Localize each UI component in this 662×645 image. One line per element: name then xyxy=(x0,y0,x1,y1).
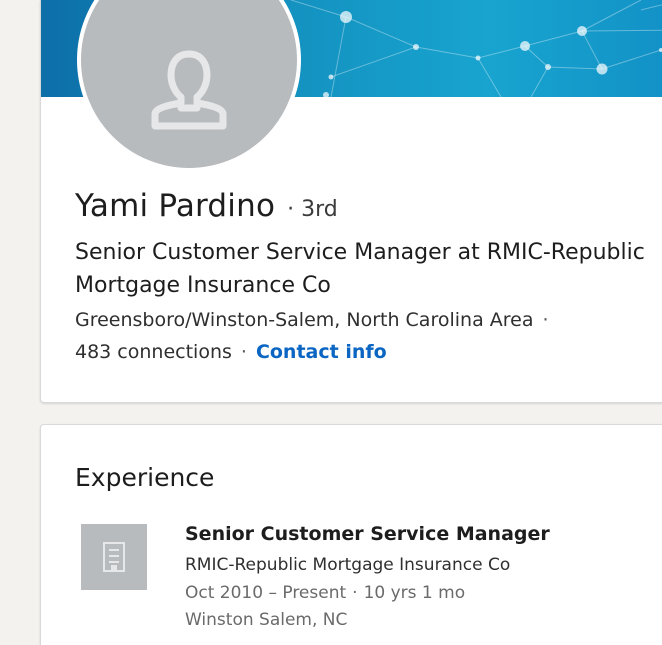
profile-headline: Senior Customer Service Manager at RMIC-… xyxy=(75,240,645,298)
building-icon xyxy=(103,542,125,572)
experience-duration: 10 yrs 1 mo xyxy=(363,583,466,603)
experience-dot: · xyxy=(352,583,358,603)
connection-degree: · 3rd xyxy=(287,197,338,222)
location-separator: · xyxy=(542,309,549,331)
contact-info-link[interactable]: Contact info xyxy=(256,341,387,363)
degree-label: 3rd xyxy=(301,197,338,222)
person-silhouette-icon xyxy=(151,50,227,130)
experience-section-title: Experience xyxy=(75,463,215,492)
profile-page: Yami Pardino · 3rd Senior Customer Servi… xyxy=(0,0,662,645)
profile-location: Greensboro/Winston-Salem, North Carolina… xyxy=(75,309,534,331)
connections-count: 483 connections xyxy=(75,341,232,363)
experience-location: Winston Salem, NC xyxy=(185,610,348,630)
name-row: Yami Pardino · 3rd xyxy=(75,188,338,224)
profile-name: Yami Pardino xyxy=(75,188,276,224)
experience-role-title[interactable]: Senior Customer Service Manager xyxy=(185,523,550,545)
profile-avatar[interactable] xyxy=(77,0,301,172)
experience-date-range: Oct 2010 – Present xyxy=(185,583,347,603)
degree-separator: · xyxy=(287,197,295,222)
experience-section: Experience Senior Customer Service Manag… xyxy=(40,424,662,645)
experience-dates: Oct 2010 – Present · 10 yrs 1 mo xyxy=(185,583,465,603)
connections-row: 483 connections · Contact info xyxy=(75,341,387,363)
company-logo[interactable] xyxy=(81,524,147,590)
experience-company: RMIC-Republic Mortgage Insurance Co xyxy=(185,555,511,575)
profile-top-card: Yami Pardino · 3rd Senior Customer Servi… xyxy=(40,0,662,403)
location-row: Greensboro/Winston-Salem, North Carolina… xyxy=(75,309,558,331)
connections-separator: · xyxy=(240,341,247,363)
